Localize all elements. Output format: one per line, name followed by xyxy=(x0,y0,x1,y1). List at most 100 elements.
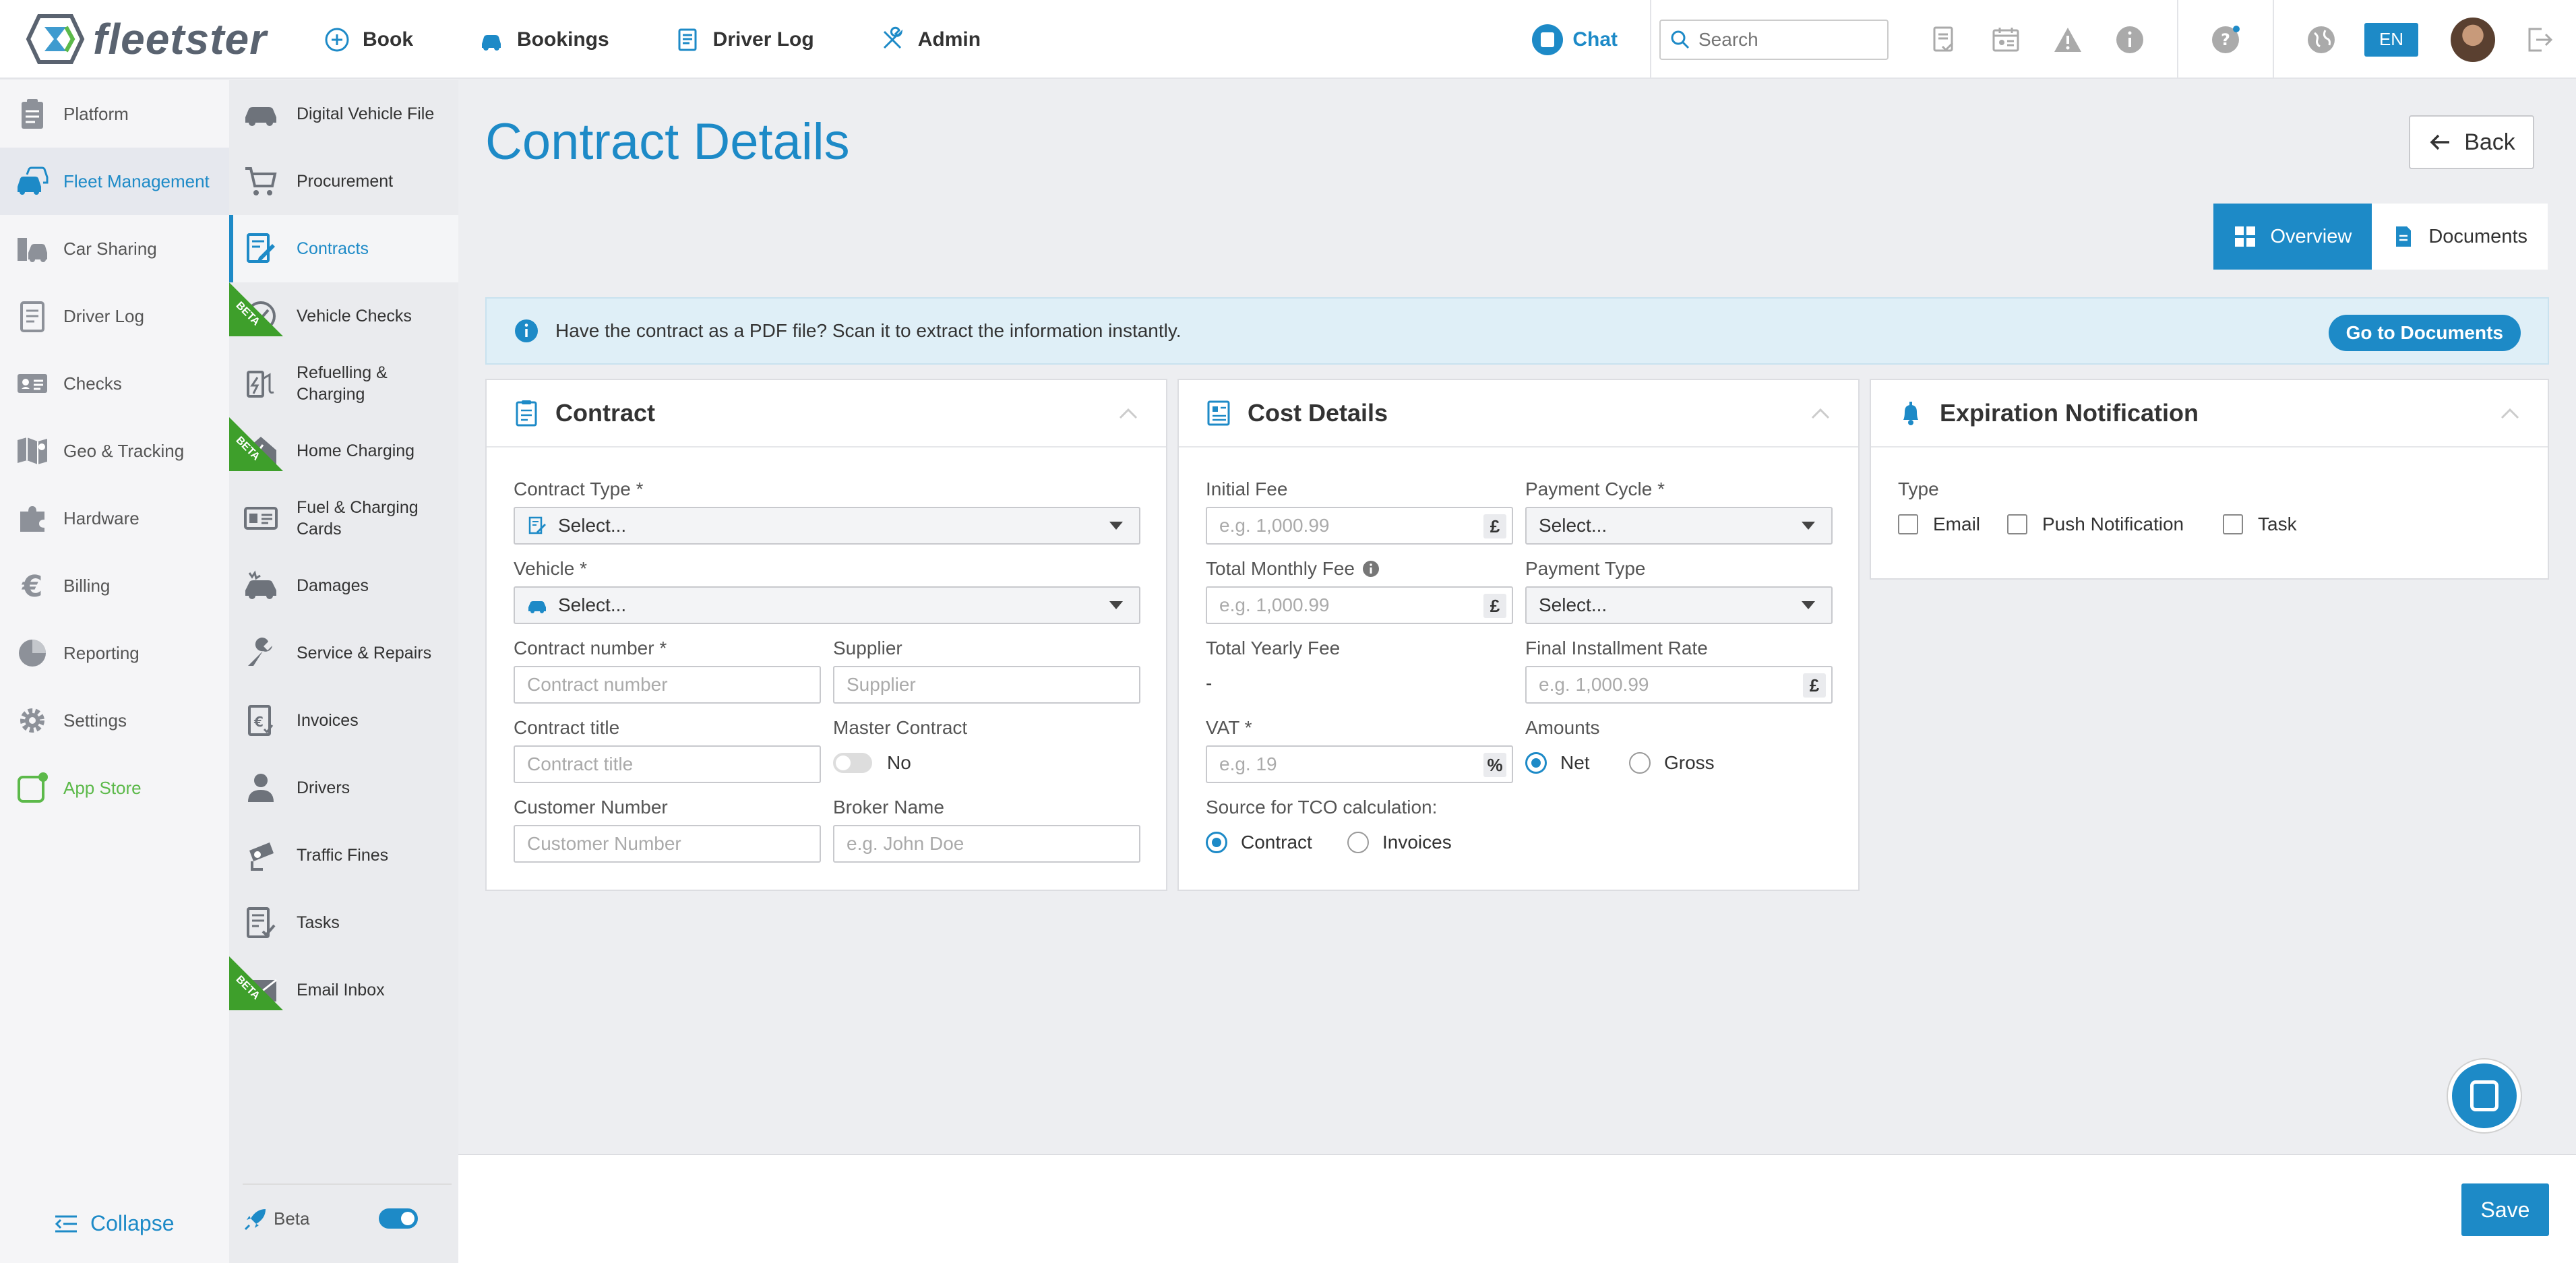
total-monthly-fee-field[interactable]: e.g. 1,000.99 £ xyxy=(1206,586,1513,624)
contract-title-field[interactable]: Contract title xyxy=(514,745,821,783)
checkbox-box[interactable] xyxy=(2007,514,2027,534)
nav-bookings[interactable]: Bookings xyxy=(478,26,609,53)
nav-admin[interactable]: Admin xyxy=(879,26,981,53)
tco-contract-radio[interactable]: Contract xyxy=(1206,832,1312,853)
vehicle-select[interactable]: Select... xyxy=(514,586,1140,624)
sidebar-item-car-sharing[interactable]: Car Sharing xyxy=(0,215,229,282)
sidebar-item-digital-vehicle-file[interactable]: Digital Vehicle File xyxy=(229,80,458,148)
customer-number-field[interactable]: Customer Number xyxy=(514,825,821,863)
language-selector[interactable]: EN xyxy=(2364,22,2418,57)
checkbox-box[interactable] xyxy=(1898,514,1918,534)
globe-button[interactable] xyxy=(2290,0,2352,79)
go-to-documents-button[interactable]: Go to Documents xyxy=(2328,315,2521,351)
sidebar-item-driver-log[interactable]: Driver Log xyxy=(0,282,229,350)
gear-icon xyxy=(20,708,44,733)
supplier-field[interactable]: Supplier xyxy=(833,666,1140,704)
sidebar-item-invoices[interactable]: € Invoices xyxy=(229,687,458,754)
sidebar-item-label: Platform xyxy=(63,103,129,124)
support-chat-button[interactable] xyxy=(2448,1059,2521,1132)
final-installment-field[interactable]: e.g. 1,000.99 £ xyxy=(1525,666,1833,704)
search-input[interactable] xyxy=(1698,28,1880,51)
chat-button[interactable]: Chat xyxy=(1500,0,1651,79)
nav-driver-log[interactable]: Driver Log xyxy=(674,26,814,53)
vat-field[interactable]: e.g. 19 % xyxy=(1206,745,1513,783)
sidebar-item-home-charging[interactable]: BETA Home Charging xyxy=(229,417,458,485)
top-nav: Book Bookings Driver Log Admin xyxy=(324,0,1045,79)
sidebar-item-refuelling-charging[interactable]: Refuelling & Charging xyxy=(229,350,458,417)
master-contract-toggle[interactable] xyxy=(833,753,872,773)
radio-unselected[interactable] xyxy=(1347,832,1369,853)
sidebar-item-tasks[interactable]: Tasks xyxy=(229,889,458,956)
clipboard-check-button[interactable] xyxy=(1913,0,1975,79)
radio-selected[interactable] xyxy=(1525,752,1547,774)
help-button[interactable]: ? xyxy=(2195,0,2257,79)
contract-type-select[interactable]: Select... xyxy=(514,507,1140,545)
collapse-button[interactable]: Collapse xyxy=(54,1211,175,1236)
logo[interactable]: fleetster xyxy=(26,12,267,66)
broker-name-field[interactable]: e.g. John Doe xyxy=(833,825,1140,863)
expiration-card-header[interactable]: Expiration Notification xyxy=(1871,380,2548,448)
save-button[interactable]: Save xyxy=(2461,1183,2549,1236)
arrow-left-icon xyxy=(2430,134,2450,150)
master-contract-switch[interactable]: No xyxy=(833,752,911,774)
warning-button[interactable] xyxy=(2037,0,2099,79)
sidebar-item-checks[interactable]: Checks xyxy=(0,350,229,417)
amounts-gross-radio[interactable]: Gross xyxy=(1629,752,1715,774)
sidebar-item-label: Geo & Tracking xyxy=(63,440,185,461)
nav-book[interactable]: Book xyxy=(324,26,413,53)
sidebar-item-settings[interactable]: Settings xyxy=(0,687,229,754)
sidebar-item-app-store[interactable]: App Store xyxy=(0,754,229,822)
sidebar-item-hardware[interactable]: Hardware xyxy=(0,485,229,552)
type-email-checkbox[interactable]: Email xyxy=(1898,514,1980,535)
type-task-label: Task xyxy=(2258,514,2297,534)
sidebar-item-damages[interactable]: Damages xyxy=(229,552,458,619)
sidebar-item-contracts[interactable]: Contracts xyxy=(229,215,458,282)
sidebar-item-billing[interactable]: € Billing xyxy=(0,552,229,619)
checkbox-box[interactable] xyxy=(2223,514,2243,534)
info-button[interactable] xyxy=(2099,0,2161,79)
chevron-up-icon[interactable] xyxy=(1810,404,1831,422)
tco-invoices-radio[interactable]: Invoices xyxy=(1347,832,1452,853)
sidebar-item-fuel-charging-cards[interactable]: Fuel & Charging Cards xyxy=(229,485,458,552)
tco-contract-label: Contract xyxy=(1241,832,1312,853)
type-push-notification-checkbox[interactable]: Push Notification xyxy=(2007,514,2184,535)
amounts-net-label: Net xyxy=(1560,752,1590,773)
payment-type-select[interactable]: Select... xyxy=(1525,586,1833,624)
initial-fee-placeholder: e.g. 1,000.99 xyxy=(1219,515,1330,536)
avatar[interactable] xyxy=(2451,17,2495,62)
payment-cycle-select[interactable]: Select... xyxy=(1525,507,1833,545)
initial-fee-field[interactable]: e.g. 1,000.99 £ xyxy=(1206,507,1513,545)
logout-button[interactable] xyxy=(2515,0,2563,79)
sidebar-item-label: App Store xyxy=(63,777,142,798)
cost-card-header[interactable]: Cost Details xyxy=(1179,380,1858,448)
tab-overview[interactable]: Overview xyxy=(2213,204,2372,270)
tab-documents[interactable]: Documents xyxy=(2372,204,2548,270)
calendar-user-button[interactable] xyxy=(1975,0,2037,79)
chevron-up-icon[interactable] xyxy=(1117,404,1139,422)
radio-unselected[interactable] xyxy=(1629,752,1651,774)
sidebar-item-traffic-fines[interactable]: Traffic Fines xyxy=(229,822,458,889)
map-icon xyxy=(18,437,47,464)
contract-number-field[interactable]: Contract number xyxy=(514,666,821,704)
amounts-net-radio[interactable]: Net xyxy=(1525,752,1590,774)
sidebar-item-geo-tracking[interactable]: Geo & Tracking xyxy=(0,417,229,485)
search-box[interactable] xyxy=(1659,19,1889,60)
radio-selected[interactable] xyxy=(1206,832,1227,853)
sidebar-item-service-repairs[interactable]: Service & Repairs xyxy=(229,619,458,687)
sidebar-item-platform[interactable]: Platform xyxy=(0,80,229,148)
beta-toggle-switch[interactable] xyxy=(379,1208,418,1229)
banner-text: Have the contract as a PDF file? Scan it… xyxy=(555,320,1182,341)
info-icon xyxy=(515,319,538,342)
contract-card-header[interactable]: Contract xyxy=(487,380,1166,448)
sidebar-item-reporting[interactable]: Reporting xyxy=(0,619,229,687)
sidebar-item-email-inbox[interactable]: BETA Email Inbox xyxy=(229,956,458,1024)
sidebar-item-drivers[interactable]: Drivers xyxy=(229,754,458,822)
type-task-checkbox[interactable]: Task xyxy=(2223,514,2297,535)
sidebar-item-fleet-management[interactable]: Fleet Management xyxy=(0,148,229,215)
chevron-up-icon[interactable] xyxy=(2499,404,2521,422)
sidebar-item-label: Checks xyxy=(63,373,122,394)
back-button[interactable]: Back xyxy=(2409,115,2534,169)
sidebar-item-vehicle-checks[interactable]: BETA Vehicle Checks xyxy=(229,282,458,350)
sidebar-item-procurement[interactable]: Procurement xyxy=(229,148,458,215)
info-icon[interactable] xyxy=(1361,559,1380,578)
